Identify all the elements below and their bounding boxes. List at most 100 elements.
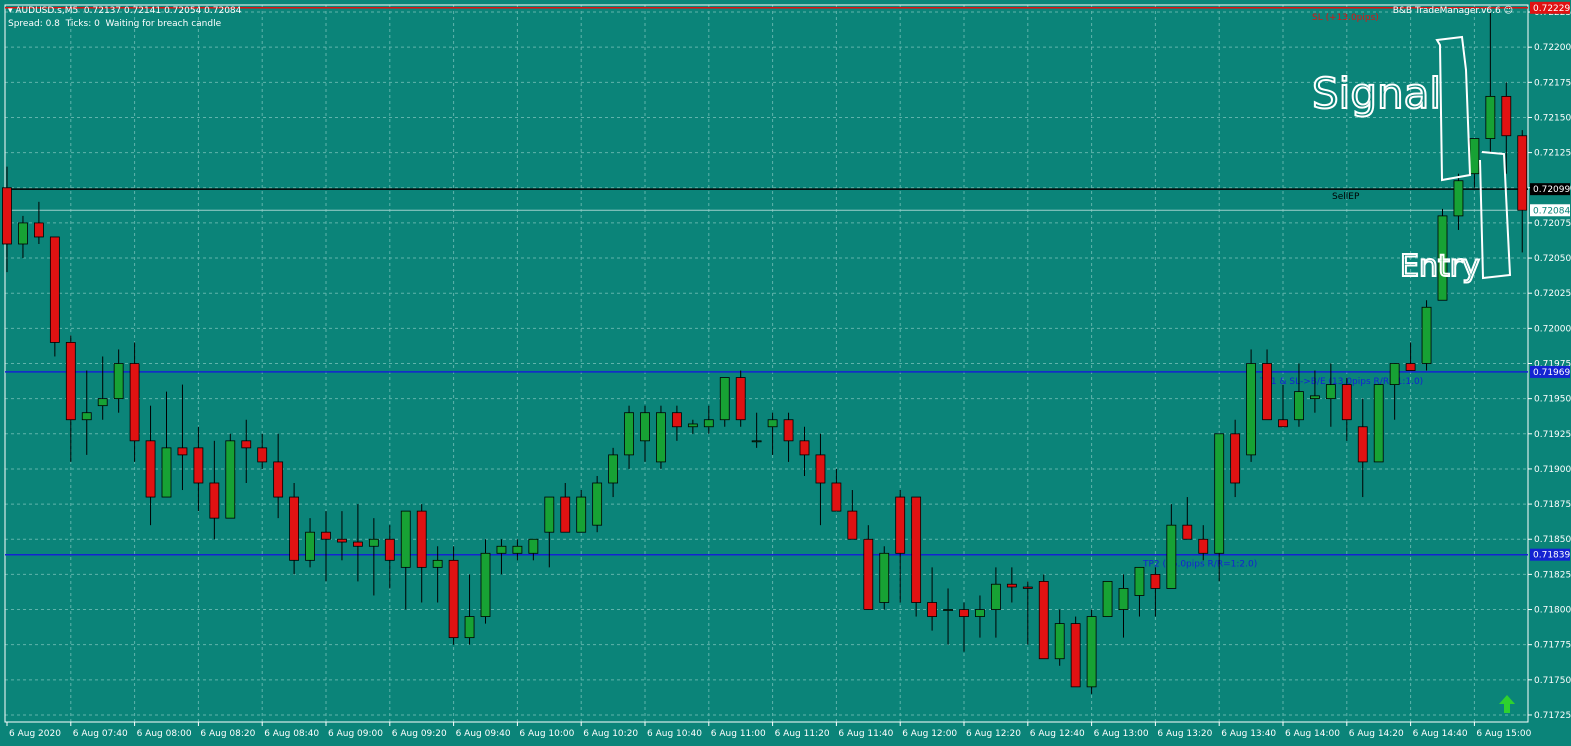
candle-body[interactable] <box>1389 363 1400 385</box>
candle-body[interactable] <box>49 236 60 343</box>
candle-body[interactable] <box>1038 581 1049 660</box>
candle-body[interactable] <box>719 377 730 421</box>
trademanager-label[interactable]: B&B TradeManager.v6.6 ☺ <box>1393 6 1513 16</box>
candle-body[interactable] <box>751 440 762 443</box>
candle-body[interactable] <box>1357 426 1368 463</box>
candle-body[interactable] <box>1102 581 1113 617</box>
candle-body[interactable] <box>384 538 395 561</box>
candle-body[interactable] <box>289 496 300 561</box>
candle-body[interactable] <box>1501 95 1512 137</box>
candle-body[interactable] <box>895 496 906 554</box>
candle-body[interactable] <box>225 440 236 519</box>
candle-body[interactable] <box>767 419 778 428</box>
candle-body[interactable] <box>1054 623 1065 660</box>
candle-body[interactable] <box>352 541 363 547</box>
candle-body[interactable] <box>257 447 268 463</box>
candle-body[interactable] <box>943 609 953 611</box>
candle-body[interactable] <box>703 419 714 428</box>
candle-body[interactable] <box>1070 623 1081 688</box>
candle-body[interactable] <box>831 482 842 512</box>
candle-body[interactable] <box>879 552 890 603</box>
candle-body[interactable] <box>1421 306 1432 364</box>
candle-body[interactable] <box>1198 538 1209 554</box>
candle-body[interactable] <box>97 398 108 407</box>
candle-body[interactable] <box>81 412 92 421</box>
candle-body[interactable] <box>1166 524 1177 589</box>
candle-body[interactable] <box>927 602 937 617</box>
candle-body[interactable] <box>129 363 140 442</box>
price-chart[interactable]: 0.722250.722000.721750.721500.721250.721… <box>0 0 1571 746</box>
candle-body[interactable] <box>815 454 826 484</box>
candle-body[interactable] <box>1325 384 1336 400</box>
candle-body[interactable] <box>624 412 634 456</box>
candle-body[interactable] <box>464 616 475 639</box>
candle-body[interactable] <box>1006 583 1017 588</box>
candle-body[interactable] <box>241 440 252 449</box>
candle-body[interactable] <box>337 538 347 543</box>
candle-body[interactable] <box>113 363 124 400</box>
candle-body[interactable] <box>321 531 331 540</box>
candle-body[interactable] <box>640 412 650 442</box>
candle-body[interactable] <box>799 440 810 456</box>
candle-body[interactable] <box>2 187 12 245</box>
candle-body[interactable] <box>496 545 507 554</box>
candle-body[interactable] <box>1134 566 1145 596</box>
candle-body[interactable] <box>1022 586 1033 589</box>
candle-body[interactable] <box>161 447 172 498</box>
candle-body[interactable] <box>34 222 44 238</box>
candle-body[interactable] <box>177 447 188 456</box>
candle-body[interactable] <box>959 609 969 617</box>
candles[interactable] <box>2 12 1528 694</box>
candle-body[interactable] <box>1246 363 1256 456</box>
candle-body[interactable] <box>608 454 618 484</box>
candle-body[interactable] <box>783 419 794 442</box>
candle-body[interactable] <box>400 510 411 568</box>
candle-body[interactable] <box>512 545 523 554</box>
candle-body[interactable] <box>1517 135 1528 211</box>
candle-body[interactable] <box>687 423 698 428</box>
candle-body[interactable] <box>480 552 491 617</box>
candle-body[interactable] <box>991 583 1001 610</box>
candle-body[interactable] <box>432 559 443 568</box>
candle-body[interactable] <box>1150 573 1161 589</box>
candle-body[interactable] <box>273 461 284 498</box>
candle-body[interactable] <box>672 412 682 428</box>
candle-body[interactable] <box>560 496 571 533</box>
candle-body[interactable] <box>305 531 315 561</box>
candle-body[interactable] <box>863 538 874 610</box>
candle-body[interactable] <box>1341 384 1352 421</box>
candle-body[interactable] <box>1373 384 1384 463</box>
candle-body[interactable] <box>1262 363 1272 421</box>
candle-body[interactable] <box>416 510 427 568</box>
candle-body[interactable] <box>528 538 539 554</box>
candle-body[interactable] <box>735 377 746 421</box>
candle-body[interactable] <box>1182 524 1193 540</box>
candle-body[interactable] <box>1405 363 1416 371</box>
candle-body[interactable] <box>1310 395 1320 400</box>
candle-body[interactable] <box>1278 419 1288 428</box>
candle-body[interactable] <box>209 482 220 519</box>
chart-window[interactable]: 0.722250.722000.721750.721500.721250.721… <box>0 0 1571 746</box>
candle-body[interactable] <box>1086 616 1097 688</box>
candle-body[interactable] <box>975 609 985 617</box>
candle-body[interactable] <box>145 440 156 498</box>
up-arrow-icon[interactable] <box>1498 694 1516 714</box>
candle-body[interactable] <box>847 510 858 540</box>
candle-body[interactable] <box>1453 180 1464 217</box>
candle-body[interactable] <box>544 496 555 533</box>
candle-body[interactable] <box>193 447 204 484</box>
candle-body[interactable] <box>592 482 603 526</box>
candle-body[interactable] <box>18 222 28 245</box>
candle-body[interactable] <box>1485 95 1496 139</box>
candle-body[interactable] <box>1469 138 1480 175</box>
candle-body[interactable] <box>1230 433 1241 484</box>
candle-body[interactable] <box>1214 433 1225 554</box>
candle-body[interactable] <box>368 538 379 547</box>
candle-body[interactable] <box>448 559 459 639</box>
candle-body[interactable] <box>576 496 587 533</box>
candle-body[interactable] <box>65 342 76 421</box>
candle-body[interactable] <box>911 496 922 603</box>
candle-body[interactable] <box>656 412 666 463</box>
candle-body[interactable] <box>1294 391 1304 421</box>
candle-body[interactable] <box>1118 588 1129 610</box>
